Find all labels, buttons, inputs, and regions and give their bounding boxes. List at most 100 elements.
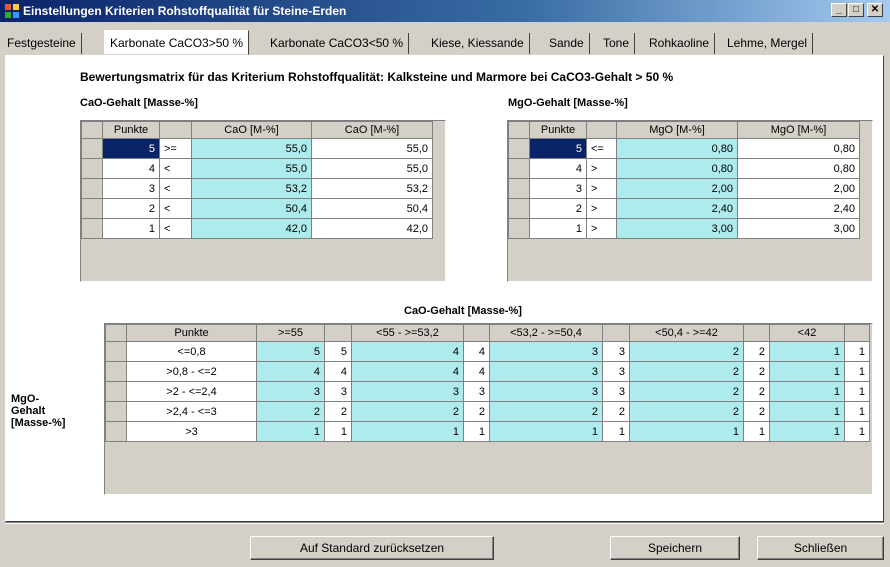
matrix-cell[interactable]: 1 [324, 421, 352, 442]
matrix-cell[interactable]: 3 [602, 341, 630, 362]
matrix-cell[interactable]: 1 [489, 421, 603, 442]
matrix-cell[interactable]: 3 [463, 381, 490, 402]
cao-header-value1[interactable]: CaO [M-%] [191, 121, 312, 139]
matrix-cell[interactable]: 4 [324, 361, 352, 382]
row-header[interactable] [81, 178, 103, 199]
cao-value1-cell[interactable]: 55,0 [191, 138, 312, 159]
cao-value1-cell[interactable]: 55,0 [191, 158, 312, 179]
matrix-cell[interactable]: 4 [463, 341, 490, 362]
matrix-cell[interactable]: 4 [351, 341, 464, 362]
mgo-header-value2[interactable]: MgO [M-%] [737, 121, 860, 139]
matrix-cell[interactable]: 3 [256, 381, 325, 402]
row-header[interactable] [508, 198, 530, 219]
matrix-cell[interactable]: 1 [602, 421, 630, 442]
cao-punkte-cell[interactable]: 2 [102, 198, 160, 219]
matrix-cell[interactable]: 2 [743, 341, 770, 362]
mgo-value1-cell[interactable]: 0,80 [616, 138, 738, 159]
cao-punkte-cell[interactable]: 4 [102, 158, 160, 179]
row-header[interactable] [105, 341, 127, 362]
matrix-header-col[interactable]: <53,2 - >=50,4 [489, 324, 603, 342]
matrix-header-col[interactable] [324, 324, 352, 342]
cao-value1-cell[interactable]: 50,4 [191, 198, 312, 219]
matrix-cell[interactable]: 5 [324, 341, 352, 362]
matrix-cell[interactable]: 2 [489, 401, 603, 422]
matrix-cell[interactable]: 2 [629, 361, 744, 382]
mgo-value1-cell[interactable]: 2,00 [616, 178, 738, 199]
mgo-punkte-cell[interactable]: 4 [529, 158, 587, 179]
tab-karbonate-lt50[interactable]: Karbonate CaCO3<50 % [265, 33, 410, 54]
tab-karbonate-gt50[interactable]: Karbonate CaCO3>50 % [104, 30, 250, 55]
matrix-cell[interactable]: 4 [463, 361, 490, 382]
cao-value2-cell[interactable]: 55,0 [311, 138, 433, 159]
cao-punkte-cell[interactable]: 5 [102, 138, 160, 159]
close-button[interactable]: Schließen [757, 536, 884, 560]
mgo-value2-cell[interactable]: 0,80 [737, 158, 860, 179]
matrix-cell[interactable]: 2 [602, 401, 630, 422]
matrix-row-label[interactable]: <=0,8 [126, 341, 257, 362]
maximize-button[interactable]: □ [848, 3, 864, 17]
matrix-header-col[interactable]: <55 - >=53,2 [351, 324, 464, 342]
mgo-op-cell[interactable]: <= [586, 138, 617, 159]
matrix-header-col[interactable] [743, 324, 770, 342]
row-header[interactable] [105, 361, 127, 382]
matrix-cell[interactable]: 2 [351, 401, 464, 422]
mgo-op-cell[interactable]: > [586, 218, 617, 239]
matrix-cell[interactable]: 1 [844, 381, 870, 402]
matrix-cell[interactable]: 2 [743, 361, 770, 382]
mgo-value1-cell[interactable]: 2,40 [616, 198, 738, 219]
matrix-cell[interactable]: 1 [769, 341, 845, 362]
matrix-cell[interactable]: 4 [351, 361, 464, 382]
matrix-cell[interactable]: 2 [629, 401, 744, 422]
reset-defaults-button[interactable]: Auf Standard zurücksetzen [250, 536, 494, 560]
cao-value2-cell[interactable]: 50,4 [311, 198, 433, 219]
mgo-punkte-cell[interactable]: 2 [529, 198, 587, 219]
matrix-cell[interactable]: 5 [256, 341, 325, 362]
matrix-cell[interactable]: 1 [769, 421, 845, 442]
matrix-row-label[interactable]: >3 [126, 421, 257, 442]
save-button[interactable]: Speichern [610, 536, 740, 560]
matrix-cell[interactable]: 1 [844, 361, 870, 382]
cao-punkte-cell[interactable]: 1 [102, 218, 160, 239]
cao-op-cell[interactable]: < [159, 178, 192, 199]
cao-op-cell[interactable]: >= [159, 138, 192, 159]
row-header[interactable] [105, 381, 127, 402]
mgo-value2-cell[interactable]: 3,00 [737, 218, 860, 239]
cao-value2-cell[interactable]: 55,0 [311, 158, 433, 179]
mgo-op-cell[interactable]: > [586, 178, 617, 199]
mgo-value1-cell[interactable]: 0,80 [616, 158, 738, 179]
tab-tone[interactable]: Tone [598, 33, 636, 54]
tab-kiese-kiessande[interactable]: Kiese, Kiessande [426, 33, 530, 54]
mgo-punkte-cell[interactable]: 5 [529, 138, 587, 159]
matrix-cell[interactable]: 1 [844, 341, 870, 362]
matrix-cell[interactable]: 3 [489, 381, 603, 402]
mgo-header-punkte[interactable]: Punkte [529, 121, 587, 139]
cao-punkte-cell[interactable]: 3 [102, 178, 160, 199]
matrix-cell[interactable]: 1 [743, 421, 770, 442]
matrix-cell[interactable]: 2 [324, 401, 352, 422]
cao-header-op[interactable] [159, 121, 192, 139]
row-header[interactable] [508, 158, 530, 179]
cao-value2-cell[interactable]: 53,2 [311, 178, 433, 199]
matrix-cell[interactable]: 1 [844, 421, 870, 442]
row-header[interactable] [81, 138, 103, 159]
mgo-value2-cell[interactable]: 2,00 [737, 178, 860, 199]
close-window-button[interactable]: ✕ [867, 3, 883, 17]
matrix-cell[interactable]: 1 [769, 361, 845, 382]
matrix-header-col[interactable]: <50,4 - >=42 [629, 324, 744, 342]
cao-op-cell[interactable]: < [159, 218, 192, 239]
row-header[interactable] [508, 138, 530, 159]
tab-festgesteine[interactable]: Festgesteine [2, 33, 82, 54]
matrix-cell[interactable]: 3 [489, 341, 603, 362]
matrix-cell[interactable]: 3 [324, 381, 352, 402]
row-header[interactable] [81, 218, 103, 239]
matrix-cell[interactable]: 2 [743, 381, 770, 402]
cao-header-punkte[interactable]: Punkte [102, 121, 160, 139]
matrix-cell[interactable]: 1 [463, 421, 490, 442]
matrix-cell[interactable]: 1 [351, 421, 464, 442]
matrix-cell[interactable]: 3 [602, 381, 630, 402]
matrix-header-col[interactable]: <42 [769, 324, 845, 342]
mgo-value2-cell[interactable]: 2,40 [737, 198, 860, 219]
mgo-op-cell[interactable]: > [586, 158, 617, 179]
minimize-button[interactable]: _ [831, 3, 847, 17]
row-header[interactable] [508, 178, 530, 199]
